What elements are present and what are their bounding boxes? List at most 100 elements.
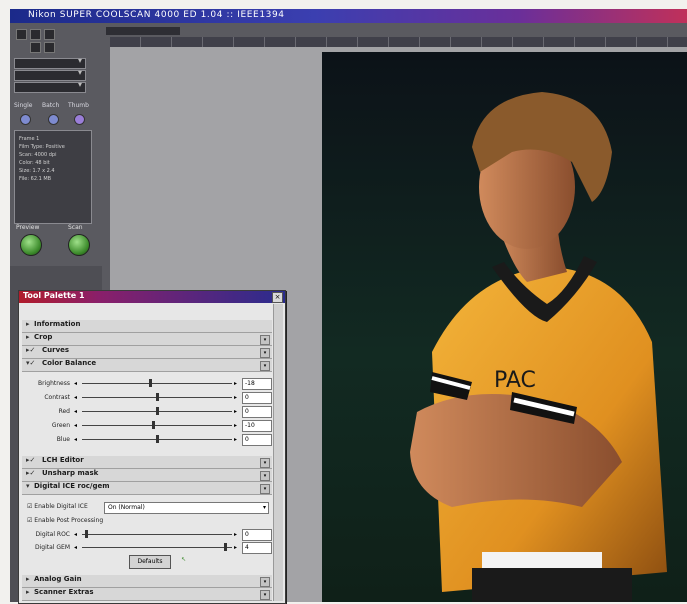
preview-tabs[interactable] (106, 27, 180, 35)
arrow-left-icon[interactable]: ◂ (74, 436, 77, 443)
single-mode-icon[interactable] (20, 114, 31, 125)
settings-icon[interactable] (44, 29, 55, 40)
expand-arrow-icon: ▸ (26, 320, 30, 328)
slider-label: Green (51, 422, 70, 429)
checkbox-label: Enable Post Processing (34, 517, 104, 524)
arrow-right-icon[interactable]: ▸ (234, 422, 237, 429)
arrow-left-icon[interactable]: ◂ (74, 422, 77, 429)
thumb-mode-icon[interactable] (74, 114, 85, 125)
section-label: Scanner Extras (34, 588, 94, 596)
defaults-button[interactable]: Defaults (129, 555, 171, 569)
section-scanner-extras[interactable]: ▸ Scanner Extras ▾ (22, 588, 272, 601)
blue-slider[interactable]: Blue ◂ ▸ 0 (22, 433, 272, 446)
tool-palette-titlebar[interactable]: Tool Palette 1 × (19, 291, 285, 303)
slider-thumb[interactable] (148, 379, 152, 387)
slider-track[interactable] (82, 534, 232, 535)
slider-thumb[interactable] (84, 530, 88, 538)
arrow-left-icon[interactable]: ◂ (74, 394, 77, 401)
digital-roc-slider[interactable]: Digital ROC ◂ ▸ 0 (22, 528, 272, 541)
menu-icon[interactable]: ▾ (260, 484, 270, 494)
arrow-left-icon[interactable]: ◂ (74, 544, 77, 551)
ice-mode-select[interactable]: On (Normal) ▾ (104, 502, 269, 514)
tool-icon[interactable] (16, 29, 27, 40)
slider-thumb[interactable] (151, 421, 155, 429)
menu-icon[interactable]: ▾ (260, 361, 270, 371)
arrow-right-icon[interactable]: ▸ (234, 380, 237, 387)
arrow-left-icon[interactable]: ◂ (74, 408, 77, 415)
slider-value-field[interactable]: 0 (242, 434, 272, 446)
section-digital-ice[interactable]: ▾ Digital ICE roc/gem ▾ (22, 482, 272, 495)
preview-ruler (110, 37, 687, 47)
menu-icon[interactable]: ▾ (260, 471, 270, 481)
green-slider[interactable]: Green ◂ ▸ -10 (22, 419, 272, 432)
arrow-right-icon[interactable]: ▸ (234, 436, 237, 443)
arrow-left-icon[interactable]: ◂ (74, 531, 77, 538)
slider-thumb[interactable] (224, 543, 228, 551)
app-title: Nikon SUPER COOLSCAN 4000 ED 1.04 :: IEE… (28, 10, 285, 20)
preview-button[interactable] (20, 234, 42, 256)
slider-label: Brightness (38, 380, 70, 387)
arrow-right-icon[interactable]: ▸ (234, 531, 237, 538)
section-label: LCH Editor (42, 456, 84, 464)
arrow-left-icon[interactable]: ◂ (74, 380, 77, 387)
shirt-lettering: PAC (494, 368, 536, 393)
scanned-photo: PAC (322, 52, 687, 602)
section-label: Digital ICE roc/gem (34, 482, 110, 490)
slider-value-field[interactable]: 0 (242, 406, 272, 418)
slider-track[interactable] (82, 425, 232, 426)
source-dropdown[interactable]: ▾ (14, 56, 86, 69)
output-dropdown[interactable]: ▾ (14, 80, 86, 93)
slider-thumb[interactable] (156, 407, 159, 415)
arrow-right-icon[interactable]: ▸ (234, 408, 237, 415)
red-slider[interactable]: Red ◂ ▸ 0 (22, 405, 272, 418)
folder-icon[interactable] (30, 42, 41, 53)
close-icon[interactable]: × (272, 292, 283, 303)
slider-value-field[interactable]: 4 (242, 542, 272, 554)
expand-arrow-icon: ▸ (26, 333, 30, 341)
scan-info-text: Frame 1 Film Type: Positive Scan: 4000 d… (19, 136, 65, 182)
slider-thumb[interactable] (156, 393, 159, 401)
expand-check-icon: ▸✓ (26, 456, 36, 464)
film-type-dropdown[interactable]: ▾ (14, 68, 86, 81)
menu-icon[interactable]: ▾ (260, 590, 270, 600)
expand-check-icon: ▸✓ (26, 469, 36, 477)
section-label: Analog Gain (34, 575, 82, 583)
slider-track[interactable] (82, 547, 232, 548)
brightness-slider[interactable]: Brightness ◂ ▸ -18 (22, 377, 272, 390)
scan-button[interactable] (68, 234, 90, 256)
tool-palette-title: Tool Palette 1 (23, 291, 85, 300)
scan-info-panel: Frame 1 Film Type: Positive Scan: 4000 d… (14, 130, 92, 224)
arrow-right-icon[interactable]: ▸ (234, 544, 237, 551)
batch-mode-icon[interactable] (48, 114, 59, 125)
slider-value-field[interactable]: 0 (242, 392, 272, 404)
digital-gem-slider[interactable]: Digital GEM ◂ ▸ 4 (22, 541, 272, 554)
section-color-balance[interactable]: ▾✓ Color Balance ▾ (22, 359, 272, 372)
menu-icon[interactable]: ▾ (260, 458, 270, 468)
slider-thumb[interactable] (156, 435, 159, 443)
layout-icon[interactable] (30, 29, 41, 40)
slider-label: Blue (56, 436, 70, 443)
pointer-icon: ↖ (181, 556, 187, 563)
section-information[interactable]: ▸ Information (22, 320, 272, 333)
menu-icon[interactable]: ▾ (260, 348, 270, 358)
arrow-right-icon[interactable]: ▸ (234, 394, 237, 401)
section-curves[interactable]: ▸✓ Curves ▾ (22, 346, 272, 359)
preview-label: Preview (16, 224, 40, 231)
section-crop[interactable]: ▸ Crop ▾ (22, 333, 272, 346)
enable-post-processing-checkbox[interactable]: ☑ Enable Post Processing (27, 517, 103, 524)
slider-value-field[interactable]: -10 (242, 420, 272, 432)
contrast-slider[interactable]: Contrast ◂ ▸ 0 (22, 391, 272, 404)
section-analog-gain[interactable]: ▸ Analog Gain ▾ (22, 575, 272, 588)
palette-scrollbar[interactable] (273, 304, 283, 601)
menu-icon[interactable]: ▾ (260, 335, 270, 345)
eject-icon[interactable] (44, 42, 55, 53)
slider-track[interactable] (82, 383, 232, 384)
section-unsharp-mask[interactable]: ▸✓ Unsharp mask ▾ (22, 469, 272, 482)
scan-label: Scan (68, 224, 83, 231)
slider-value-field[interactable]: 0 (242, 529, 272, 541)
ice-mode-value: On (Normal) (108, 504, 145, 511)
enable-digital-ice-checkbox[interactable]: ☑ Enable Digital ICE (27, 503, 88, 510)
slider-value-field[interactable]: -18 (242, 378, 272, 390)
menu-icon[interactable]: ▾ (260, 577, 270, 587)
section-lch-editor[interactable]: ▸✓ LCH Editor ▾ (22, 456, 272, 469)
